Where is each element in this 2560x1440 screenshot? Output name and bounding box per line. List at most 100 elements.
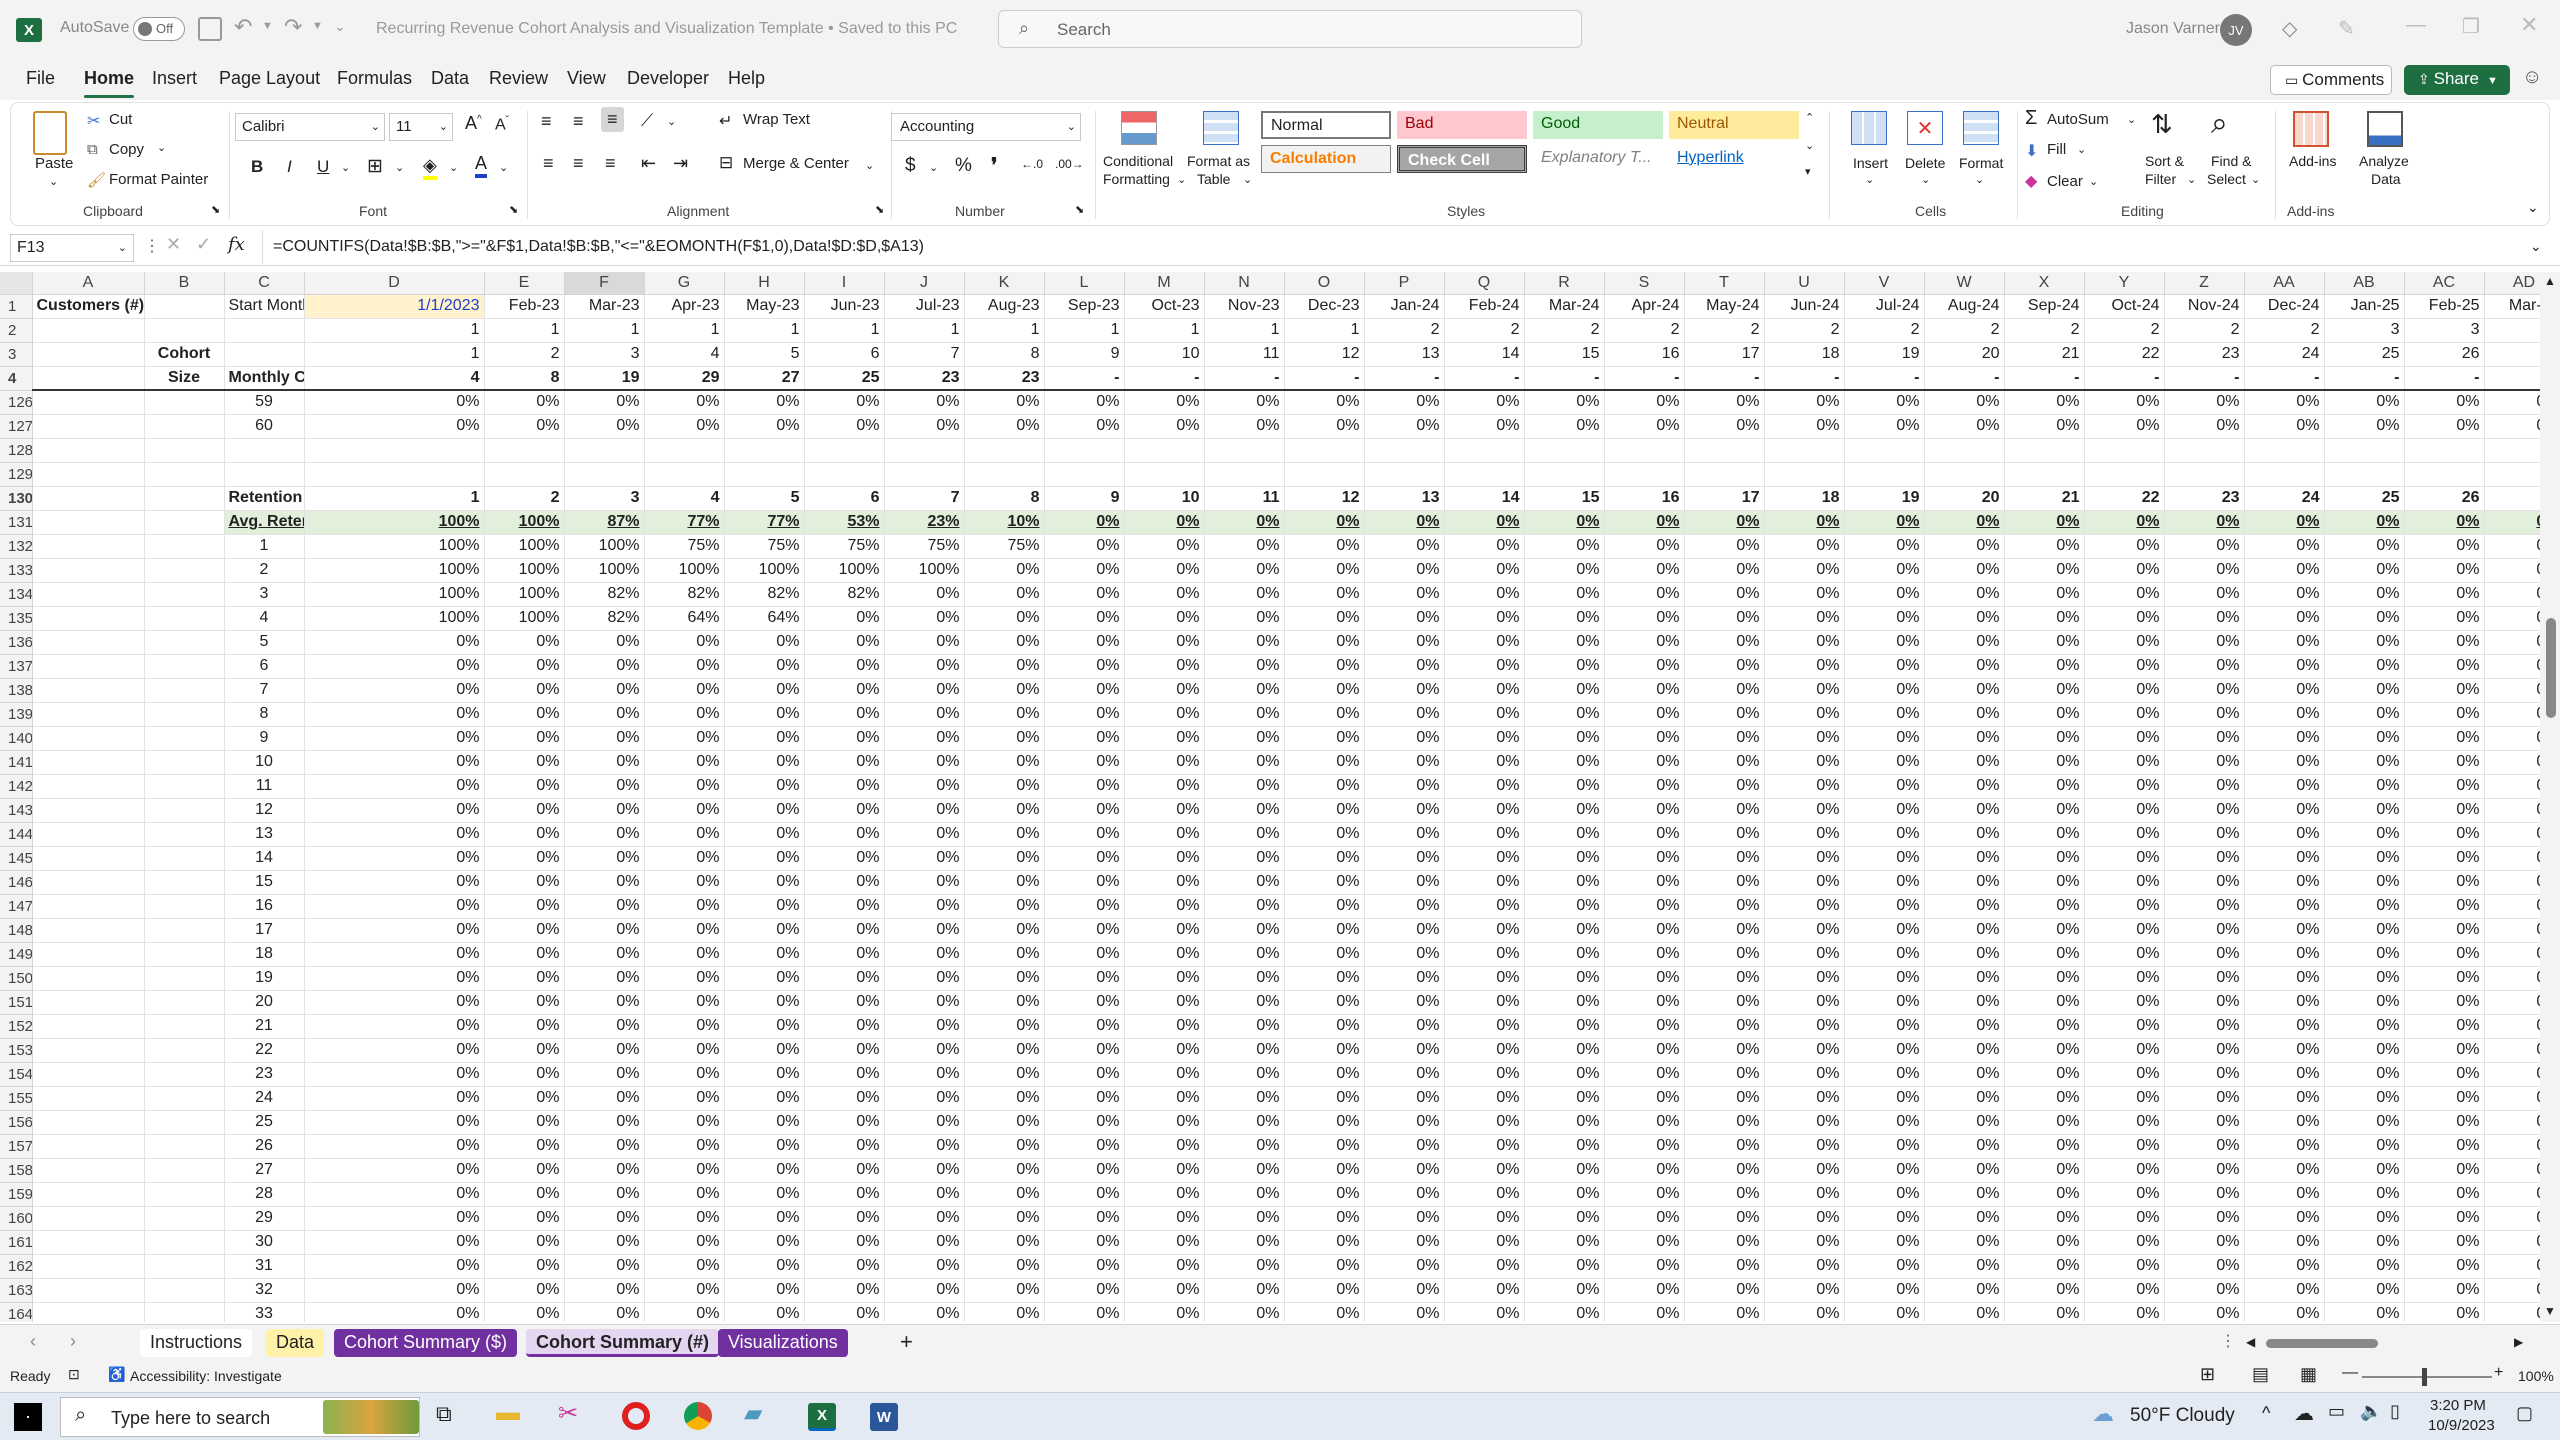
feedback-icon[interactable]: ☺ [2522, 66, 2542, 89]
cell[interactable]: 0% [1044, 558, 1125, 583]
cell-c[interactable]: 29 [224, 1206, 305, 1231]
cell-b[interactable] [144, 942, 225, 967]
cell[interactable]: 0% [304, 870, 485, 895]
cell-c[interactable]: 7 [224, 678, 305, 703]
cell[interactable]: 0% [964, 654, 1045, 679]
cell-a[interactable] [32, 1110, 145, 1135]
cell[interactable]: 0% [1124, 534, 1205, 559]
worksheet-table[interactable]: A B C D E F G H I J K L M N O P Q R S T U V W X Y Z AA AB AC AD 1 Custo… [0, 272, 2540, 1322]
cell[interactable]: 0% [2244, 630, 2325, 655]
cell[interactable]: 0% [484, 1014, 565, 1039]
cell[interactable]: 0% [1364, 414, 1445, 439]
cell[interactable]: 0% [964, 846, 1045, 871]
cell[interactable]: - [1364, 366, 1445, 391]
cell-a[interactable] [32, 798, 145, 823]
cell[interactable]: 0% [2324, 1110, 2405, 1135]
cell[interactable]: 0% [1924, 606, 2005, 631]
cell[interactable]: 0% [1204, 966, 1285, 991]
cell[interactable]: 0% [2084, 390, 2165, 415]
cell[interactable]: 0% [1124, 630, 1205, 655]
cell[interactable]: 1 [884, 318, 965, 343]
column-header-aa[interactable]: AA [2244, 272, 2325, 295]
cell[interactable]: 0% [1284, 990, 1365, 1015]
cell[interactable]: 0% [644, 414, 725, 439]
cell[interactable]: 0% [724, 414, 805, 439]
cell[interactable]: 0% [1924, 1254, 2005, 1279]
tab-page-layout[interactable]: Page Layout [219, 68, 320, 89]
cell[interactable]: 0% [804, 1062, 885, 1087]
cell[interactable]: 19 [564, 366, 645, 391]
cell[interactable]: 0% [1924, 1182, 2005, 1207]
cell[interactable] [2164, 462, 2245, 487]
row-header[interactable]: 130 [0, 486, 33, 511]
cell[interactable] [1364, 462, 1445, 487]
cell[interactable]: 0% [1284, 1230, 1365, 1255]
cell[interactable]: 0% [884, 1254, 965, 1279]
cell[interactable]: 0% [644, 654, 725, 679]
cell[interactable]: 0% [1204, 1062, 1285, 1087]
cell[interactable]: 0% [804, 606, 885, 631]
cell[interactable]: 0% [1204, 774, 1285, 799]
cell[interactable]: 0% [804, 654, 885, 679]
cell[interactable]: 0% [564, 678, 645, 703]
cell[interactable]: 0% [1764, 870, 1845, 895]
cell[interactable]: 25 [804, 366, 885, 391]
cell[interactable]: - [1924, 366, 2005, 391]
cell[interactable]: 0% [304, 774, 485, 799]
cell[interactable]: 0% [564, 1134, 645, 1159]
cell[interactable]: 0% [2404, 1158, 2485, 1183]
cell-b[interactable] [144, 966, 225, 991]
cell[interactable]: 0% [1924, 510, 2005, 535]
cell[interactable]: - [2484, 366, 2540, 391]
cell[interactable]: 0% [2084, 702, 2165, 727]
cell[interactable]: 0% [1124, 1086, 1205, 1111]
cell[interactable]: 0% [2004, 918, 2085, 943]
cell[interactable]: 0% [2484, 606, 2540, 631]
cell[interactable]: Mar-25 [2484, 294, 2540, 319]
underline-dropdown-icon[interactable]: ⌄ [341, 161, 350, 174]
cell-a[interactable] [32, 606, 145, 631]
cell-a[interactable] [32, 678, 145, 703]
cell[interactable]: Aug-24 [1924, 294, 2005, 319]
find-select-label-2[interactable]: Select [2207, 171, 2246, 187]
cell[interactable]: 0% [2324, 534, 2405, 559]
cell[interactable]: 0% [564, 1110, 645, 1135]
insert-function-icon[interactable]: fx [228, 234, 245, 255]
cell[interactable]: 0% [1604, 1086, 1685, 1111]
cell[interactable]: 0% [2004, 966, 2085, 991]
cell[interactable]: 0% [1364, 1110, 1445, 1135]
cell[interactable]: 0% [2404, 1086, 2485, 1111]
volume-icon[interactable]: 🔈 [2360, 1401, 2382, 1422]
cell[interactable]: 0% [1524, 1062, 1605, 1087]
cell[interactable]: 0% [1124, 870, 1205, 895]
cell[interactable]: 0% [1844, 630, 1925, 655]
cell-c[interactable]: 5 [224, 630, 305, 655]
cell[interactable]: 0% [964, 966, 1045, 991]
cell[interactable]: 0% [564, 846, 645, 871]
cell[interactable]: 0% [1364, 870, 1445, 895]
cell[interactable]: 0% [1044, 510, 1125, 535]
cell[interactable]: 0% [564, 1086, 645, 1111]
column-header-k[interactable]: K [964, 272, 1045, 295]
cell[interactable]: 0% [1844, 702, 1925, 727]
cell[interactable]: 2 [1764, 318, 1845, 343]
cell[interactable] [724, 462, 805, 487]
add-ins-button[interactable]: Add-ins [2289, 153, 2336, 169]
cell[interactable]: 0% [1844, 390, 1925, 415]
cell[interactable]: 0% [884, 1038, 965, 1063]
row-header[interactable]: 137 [0, 654, 33, 679]
cell-c[interactable]: Retention (clean) [224, 486, 305, 511]
cell[interactable]: 0% [1924, 390, 2005, 415]
cell[interactable]: 0% [1284, 750, 1365, 775]
row-header[interactable]: 128 [0, 438, 33, 463]
cell[interactable]: 0% [1044, 918, 1125, 943]
cell[interactable]: 0% [1284, 1086, 1365, 1111]
cell[interactable]: 0% [1684, 1230, 1765, 1255]
wrap-text-icon[interactable]: ↵ [719, 111, 732, 131]
cell[interactable]: 0% [564, 870, 645, 895]
cell[interactable]: 0% [484, 678, 565, 703]
cell[interactable]: 0% [1364, 1062, 1445, 1087]
cell-b[interactable] [144, 678, 225, 703]
cell[interactable]: 0% [1844, 510, 1925, 535]
cell-a[interactable] [32, 510, 145, 535]
